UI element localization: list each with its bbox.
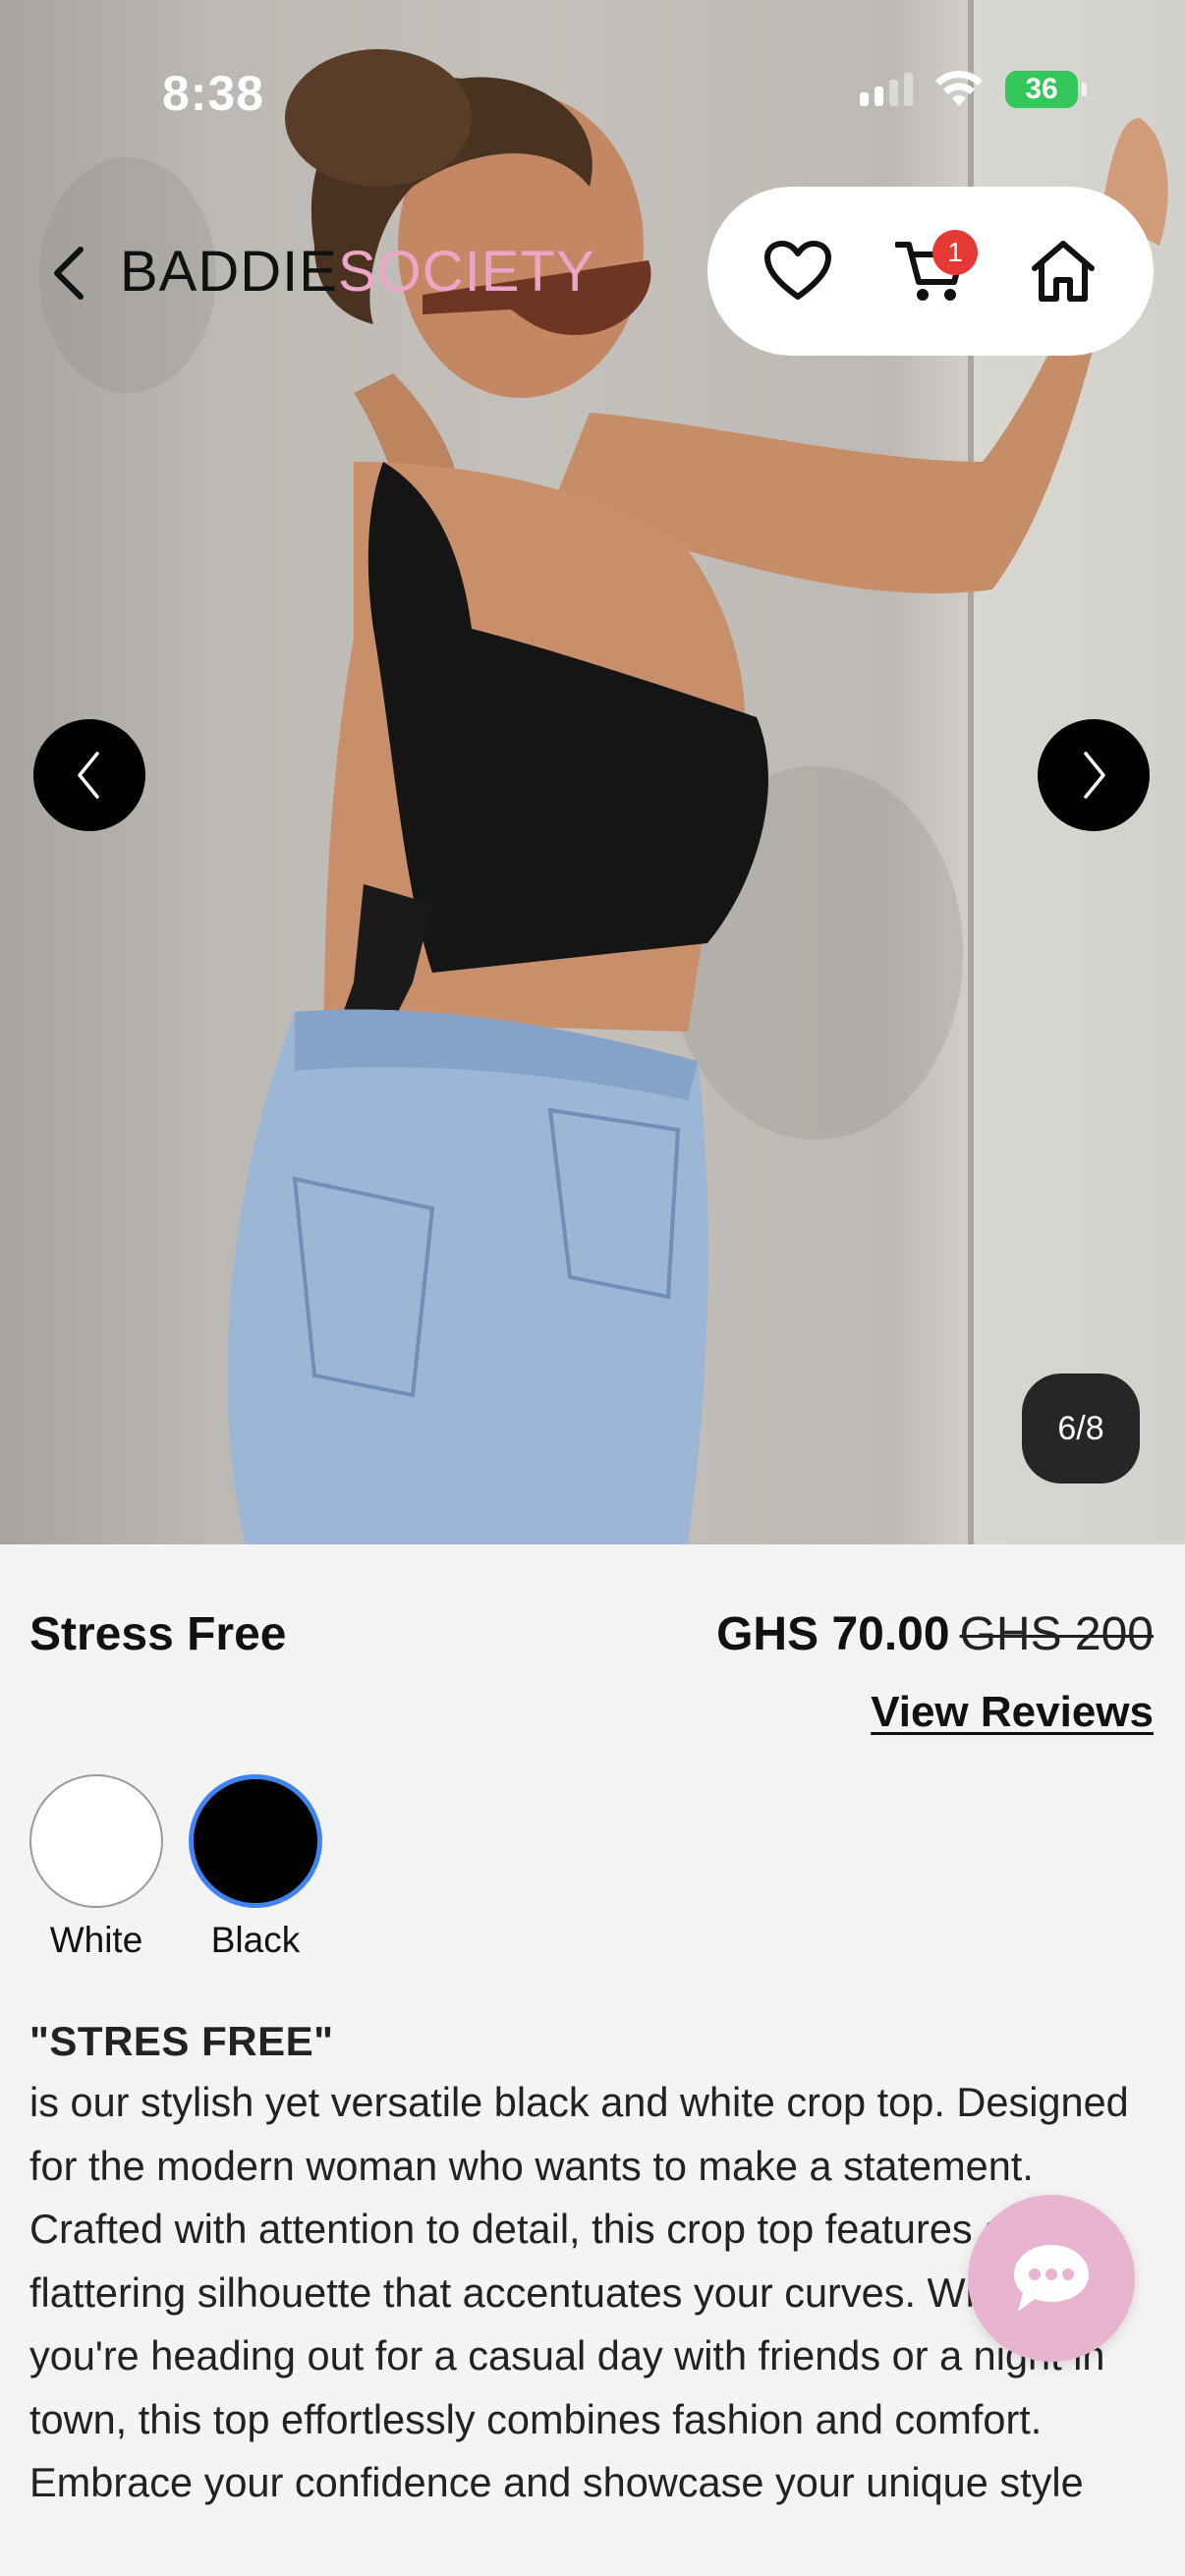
previous-image-button[interactable] (33, 719, 145, 831)
brand-logo[interactable]: BADDIE SOCIETY (120, 239, 595, 305)
signal-icon (860, 73, 913, 106)
brand-logo-part1: BADDIE (120, 240, 338, 304)
price-row: GHS 70.00 GHS 200 (716, 1607, 1154, 1661)
arrow-right-icon (1084, 752, 1105, 799)
header-actions: 1 (707, 187, 1154, 356)
color-swatch-white[interactable]: White (29, 1774, 163, 1961)
back-button[interactable] (39, 234, 98, 312)
current-price: GHS 70.00 (716, 1608, 950, 1660)
battery-level: 36 (1005, 71, 1078, 108)
swatch-circle (29, 1774, 163, 1908)
chevron-left-icon (54, 247, 84, 300)
view-reviews-link[interactable]: View Reviews (871, 1688, 1154, 1737)
wifi-icon (935, 71, 983, 106)
swatch-label: Black (210, 1920, 301, 1960)
cart-count-badge: 1 (931, 230, 978, 275)
heart-icon (763, 241, 831, 300)
cart-button[interactable]: 1 (891, 230, 978, 310)
wishlist-button[interactable] (759, 232, 837, 310)
status-icons: 36 (860, 71, 1087, 108)
arrow-left-icon (78, 752, 99, 799)
battery-icon: 36 (1005, 71, 1087, 108)
chat-icon (1014, 2245, 1089, 2312)
swatch-circle (189, 1774, 322, 1908)
chat-button[interactable] (968, 2195, 1135, 2362)
next-image-button[interactable] (1038, 719, 1150, 831)
status-time: 8:38 (162, 66, 265, 121)
home-button[interactable] (1024, 232, 1102, 310)
image-counter: 6/8 (1022, 1373, 1140, 1484)
home-icon (1032, 241, 1096, 302)
product-name: Stress Free (29, 1608, 287, 1660)
product-image-carousel[interactable]: 8:38 36 BADDIE SOCIETY 1 6/8 (0, 0, 1185, 1544)
color-swatch-black[interactable]: Black (189, 1774, 322, 1961)
original-price: GHS 200 (959, 1608, 1154, 1660)
brand-logo-part2: SOCIETY (337, 240, 595, 304)
description-title: "STRES FREE" (29, 2018, 334, 2064)
swatch-label: White (49, 1920, 143, 1960)
